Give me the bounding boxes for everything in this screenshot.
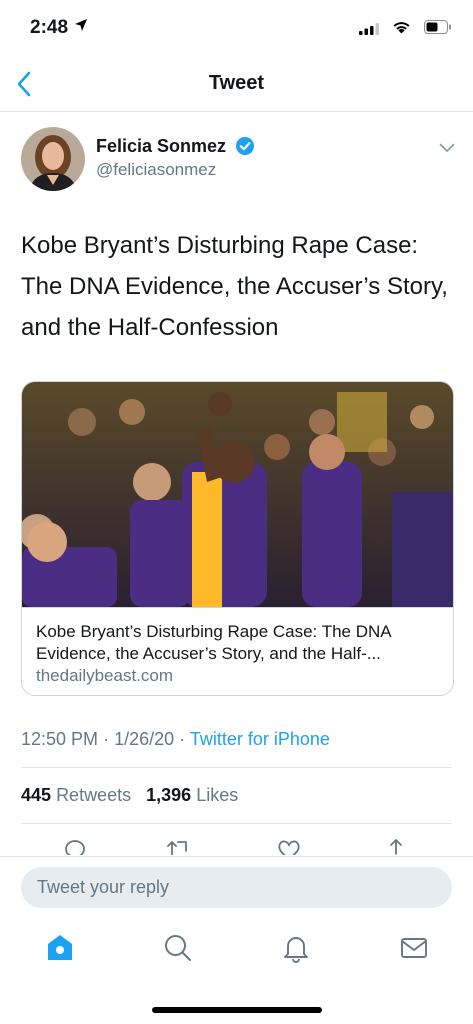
tab-bar xyxy=(0,917,473,982)
messages-icon[interactable] xyxy=(400,933,428,968)
reply-icon[interactable] xyxy=(62,837,88,855)
card-domain: thedailybeast.com xyxy=(36,666,174,685)
cellular-signal-icon xyxy=(359,22,379,40)
divider xyxy=(21,767,452,768)
notifications-icon[interactable] xyxy=(282,933,310,968)
search-icon[interactable] xyxy=(163,933,193,968)
share-icon[interactable] xyxy=(383,837,409,855)
wifi-icon xyxy=(392,19,411,39)
tweet-source-link[interactable]: Twitter for iPhone xyxy=(190,729,330,749)
reply-bar xyxy=(0,856,473,917)
battery-icon xyxy=(424,20,452,39)
retweets-label: Retweets xyxy=(56,785,132,805)
likes-stat[interactable]: 1,396 Likes xyxy=(146,785,238,805)
tweet-date: 1/26/20 xyxy=(114,729,175,749)
like-icon[interactable] xyxy=(276,837,302,855)
page-title: Tweet xyxy=(208,72,265,94)
card-title: Kobe Bryant’s Disturbing Rape Case: The … xyxy=(36,622,391,663)
meta-separator: · xyxy=(179,729,186,749)
home-indicator xyxy=(152,1007,322,1013)
tweet-text: Kobe Bryant’s Disturbing Rape Case: The … xyxy=(21,232,448,341)
author-handle[interactable]: @feliciasonmez xyxy=(96,160,216,180)
link-card[interactable]: Kobe Bryant’s Disturbing Rape Case: The … xyxy=(21,381,454,696)
likes-label: Likes xyxy=(196,785,239,805)
divider xyxy=(21,823,452,824)
avatar[interactable] xyxy=(21,127,85,191)
location-arrow-icon xyxy=(74,18,88,37)
engagement-counts: 445 Retweets 1,396 Likes xyxy=(21,785,238,806)
status-time: 2:48 xyxy=(30,17,69,38)
status-bar: 2:48 xyxy=(0,0,473,56)
tweet-actions xyxy=(0,835,473,855)
meta-separator: · xyxy=(103,729,110,749)
navigation-bar: Tweet xyxy=(0,56,473,112)
reply-input[interactable] xyxy=(21,867,452,908)
retweet-icon[interactable] xyxy=(166,837,194,855)
tweet-meta: 12:50 PM · 1/26/20 · Twitter for iPhone xyxy=(21,729,330,750)
tweet-time: 12:50 PM xyxy=(21,729,99,749)
card-image xyxy=(22,382,453,608)
retweet-count: 445 xyxy=(21,785,52,805)
chevron-down-icon[interactable] xyxy=(439,140,455,158)
retweets-stat[interactable]: 445 Retweets xyxy=(21,785,131,805)
like-count: 1,396 xyxy=(146,785,192,805)
verified-badge-icon xyxy=(235,136,255,161)
home-icon[interactable] xyxy=(46,933,74,968)
author-name[interactable]: Felicia Sonmez xyxy=(96,136,226,157)
